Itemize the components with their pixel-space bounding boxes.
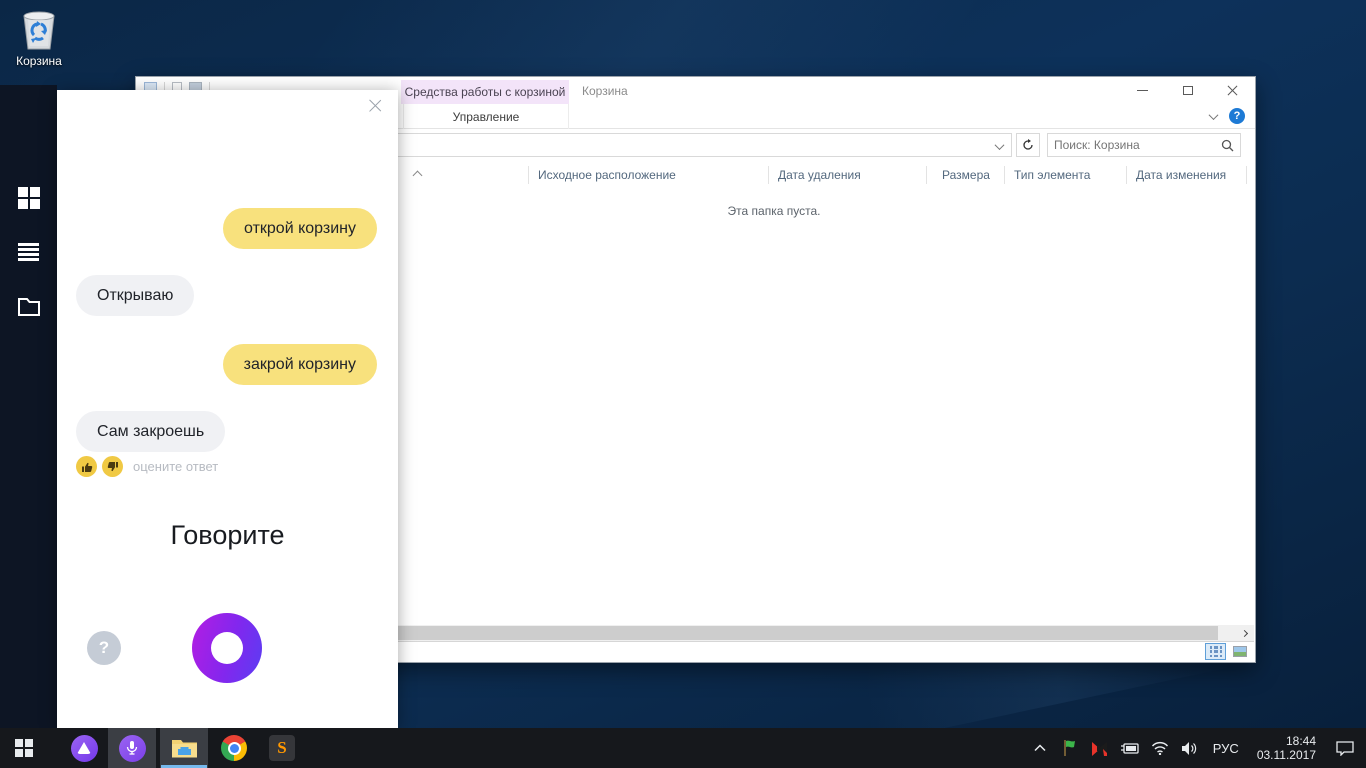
recycle-bin-label: Корзина (8, 54, 70, 68)
window-controls (1120, 77, 1255, 104)
taskbar-voice-assistant-button[interactable] (108, 728, 156, 768)
tab-manage[interactable]: Управление (403, 104, 569, 129)
address-dropdown-icon[interactable] (995, 140, 1005, 150)
user-message-bubble: закрой корзину (223, 344, 377, 385)
column-item-type[interactable]: Тип элемента (1014, 168, 1090, 182)
sort-ascending-icon (413, 171, 423, 181)
maximize-button[interactable] (1165, 77, 1210, 104)
tray-date: 03.11.2017 (1257, 748, 1316, 762)
tray-flag-icon[interactable] (1059, 728, 1081, 768)
language-indicator[interactable]: РУС (1209, 741, 1243, 756)
file-explorer-icon (171, 737, 198, 759)
rate-answer-label: оцените ответ (133, 459, 218, 474)
details-view-button[interactable] (1205, 643, 1226, 660)
desktop-recycle-bin[interactable]: Корзина (8, 6, 70, 68)
files-button[interactable] (0, 295, 57, 317)
system-tray: РУС 18:44 03.11.2017 (1029, 728, 1366, 768)
help-icon[interactable]: ? (1229, 108, 1245, 124)
refresh-button[interactable] (1016, 133, 1040, 157)
app-sidebar (0, 85, 57, 728)
apps-grid-button[interactable] (0, 187, 57, 209)
desktop: Корзина Средства работы с корзиной Корзи… (0, 0, 1366, 768)
taskbar-explorer-button[interactable] (160, 728, 208, 768)
assistant-panel: открой корзину Открываю закрой корзину С… (57, 90, 398, 728)
column-original-location[interactable]: Исходное расположение (538, 168, 676, 182)
window-title: Корзина (582, 84, 628, 98)
taskbar-alice-button[interactable] (60, 728, 108, 768)
user-message-bubble: открой корзину (223, 208, 377, 249)
taskbar-sublime-button[interactable]: S (258, 728, 306, 768)
tray-overflow-chevron-icon[interactable] (1029, 728, 1051, 768)
alice-icon (71, 735, 98, 762)
close-button[interactable] (1210, 77, 1255, 104)
thumbnails-view-icon (1233, 646, 1247, 657)
thumbs-down-icon[interactable] (102, 456, 123, 477)
rate-answer-row: оцените ответ (76, 456, 218, 477)
panel-close-icon[interactable] (372, 100, 388, 116)
taskbar: S (0, 728, 1366, 768)
tray-antivirus-icon[interactable] (1089, 728, 1111, 768)
scroll-right-button[interactable] (1237, 626, 1252, 640)
contextual-tab-recycle-tools[interactable]: Средства работы с корзиной (401, 80, 569, 104)
recycle-bin-icon (17, 6, 61, 52)
search-box[interactable] (1047, 133, 1241, 157)
details-view-icon (1210, 646, 1222, 657)
sublime-text-icon: S (269, 735, 295, 761)
tray-clock[interactable]: 18:44 03.11.2017 (1251, 734, 1322, 762)
ribbon-collapse-icon[interactable] (1209, 110, 1219, 120)
thumbs-up-icon[interactable] (76, 456, 97, 477)
search-icon[interactable] (1221, 139, 1234, 152)
microphone-icon (119, 735, 146, 762)
folder-icon (17, 295, 41, 317)
assistant-mic-button[interactable] (192, 613, 262, 683)
action-center-icon[interactable] (1330, 728, 1360, 768)
column-date-deleted[interactable]: Дата удаления (778, 168, 861, 182)
tray-volume-icon[interactable] (1179, 728, 1201, 768)
minimize-button[interactable] (1120, 77, 1165, 104)
tray-wifi-icon[interactable] (1149, 728, 1171, 768)
windows-logo-icon (15, 739, 33, 757)
apps-grid-icon (18, 187, 40, 209)
column-size[interactable]: Размера (942, 168, 990, 182)
chrome-icon (221, 735, 247, 761)
assistant-message-bubble: Открываю (76, 275, 194, 316)
tray-time: 18:44 (1257, 734, 1316, 748)
list-button[interactable] (0, 243, 57, 263)
tray-power-icon[interactable] (1119, 728, 1141, 768)
assistant-help-button[interactable]: ? (87, 631, 121, 665)
assistant-message-bubble: Сам закроешь (76, 411, 225, 452)
search-input[interactable] (1054, 138, 1221, 152)
list-icon (18, 243, 39, 263)
thumbnails-view-button[interactable] (1229, 643, 1250, 660)
taskbar-chrome-button[interactable] (210, 728, 258, 768)
column-date-modified[interactable]: Дата изменения (1136, 168, 1226, 182)
start-button[interactable] (0, 728, 48, 768)
empty-folder-message: Эта папка пуста. (728, 204, 821, 218)
listen-prompt: Говорите (57, 520, 398, 551)
